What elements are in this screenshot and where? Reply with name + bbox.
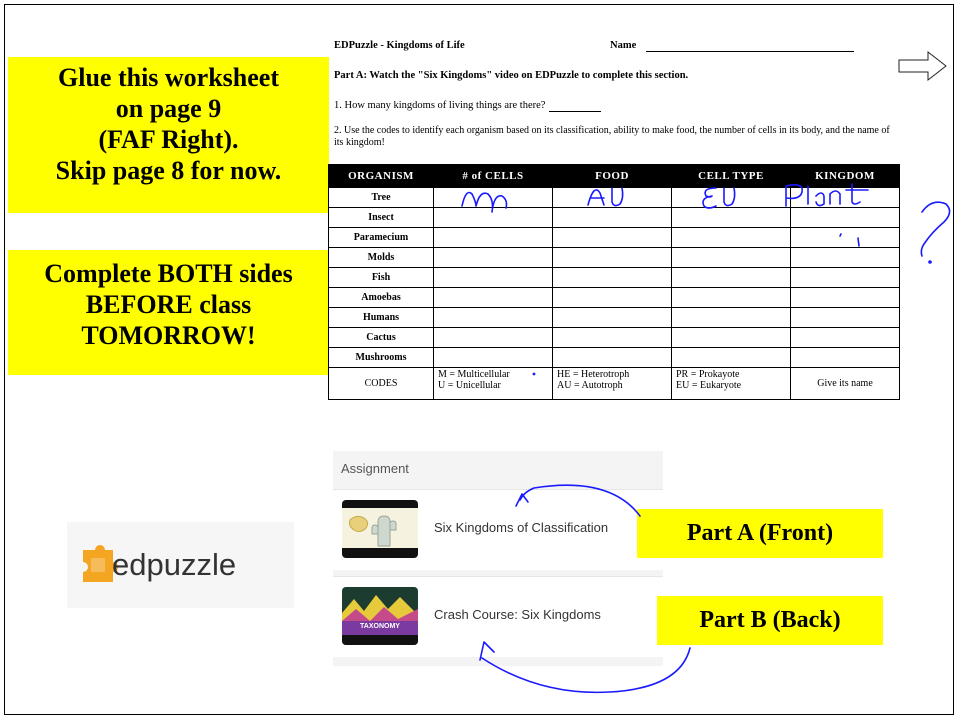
handwritten-eu (702, 187, 736, 209)
question-mark-icon (920, 201, 951, 257)
arrow-part-b-icon (481, 647, 691, 694)
handwriting-layer (461, 183, 951, 694)
handwritten-marks (839, 233, 860, 247)
arrow-part-a-icon (519, 484, 641, 517)
handwritten-m (461, 191, 508, 213)
handwritten-plant (785, 183, 869, 207)
handwritten-au (587, 187, 624, 207)
question-dot (928, 260, 932, 264)
ink-dot (532, 372, 536, 376)
